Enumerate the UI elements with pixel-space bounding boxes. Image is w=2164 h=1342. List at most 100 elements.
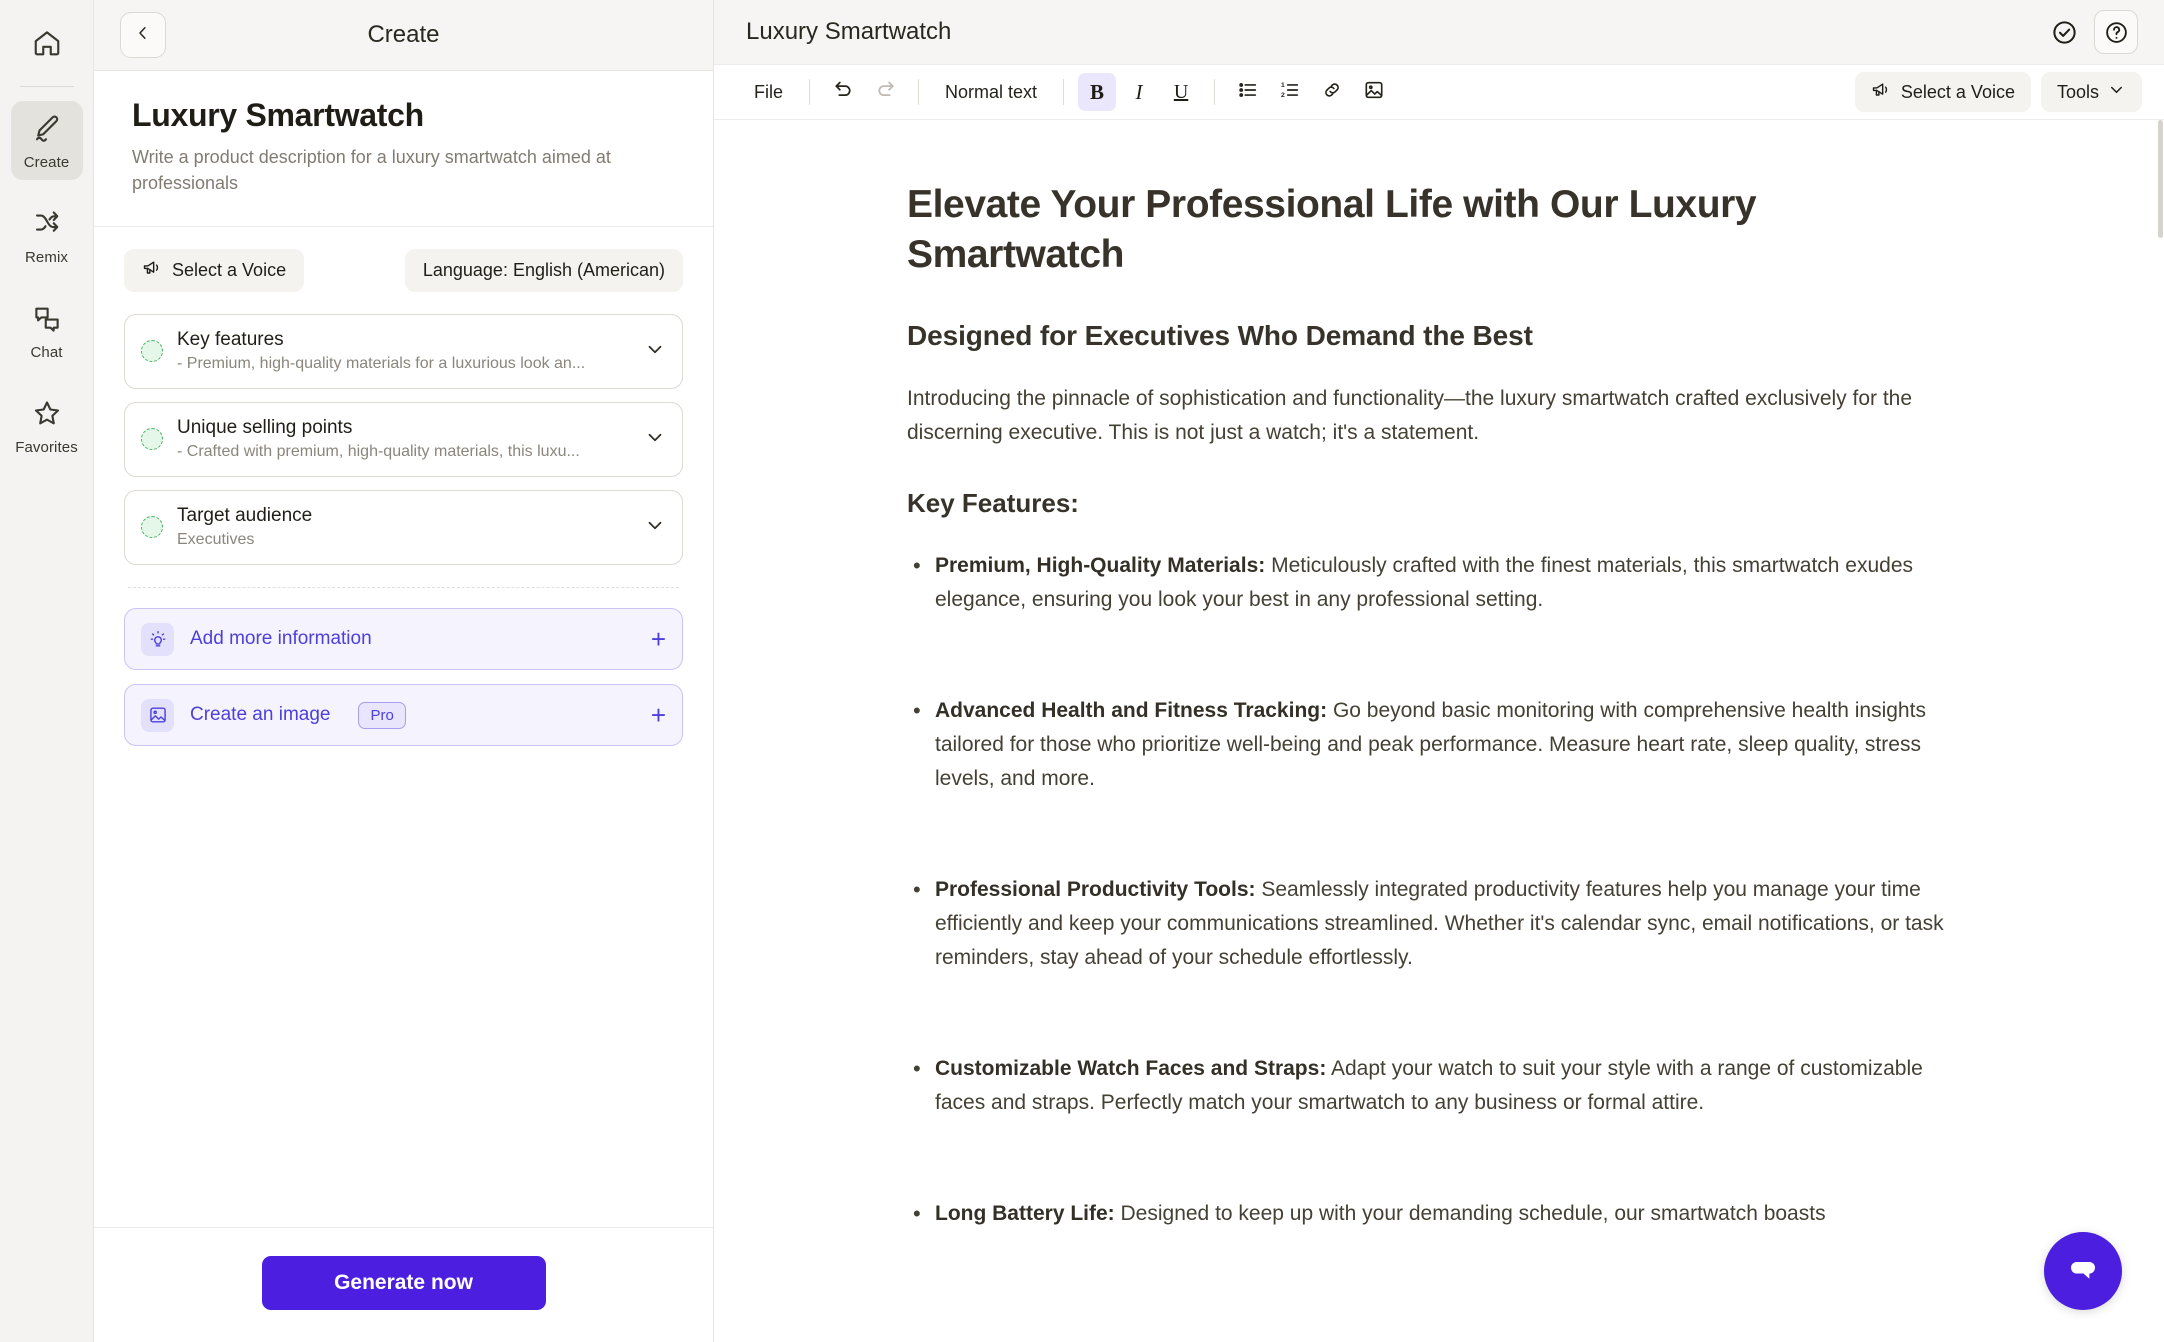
italic-button[interactable]: I — [1120, 73, 1158, 111]
select-voice-label: Select a Voice — [172, 260, 287, 281]
underline-button[interactable]: U — [1162, 73, 1200, 111]
sidebar-item-label: Favorites — [15, 439, 78, 456]
plus-icon[interactable]: + — [651, 702, 666, 728]
document-title: Luxury Smartwatch — [746, 18, 952, 45]
document-scroll-area[interactable]: Elevate Your Professional Life with Our … — [714, 120, 2164, 1342]
toolbar-separator — [1214, 79, 1216, 105]
document-heading-1: Elevate Your Professional Life with Our … — [907, 183, 1757, 276]
bullet-list-button[interactable] — [1229, 73, 1267, 111]
list-item-lead: Advanced Health and Fitness Tracking: — [935, 698, 1328, 722]
chip-row: Select a Voice Language: English (Americ… — [124, 249, 683, 293]
add-more-information-label: Add more information — [190, 628, 372, 650]
document-intro-paragraph: Introducing the pinnacle of sophisticati… — [907, 386, 1913, 444]
list-item: Premium, High-Quality Materials: Meticul… — [907, 548, 1971, 617]
sidebar-item-create[interactable]: Create — [10, 101, 83, 180]
svg-text:2: 2 — [1281, 91, 1285, 98]
sidebar-item-chat[interactable]: Chat — [11, 291, 83, 370]
underline-icon: U — [1173, 80, 1189, 103]
list-item-lead: Customizable Watch Faces and Straps: — [935, 1056, 1327, 1080]
chevron-left-icon — [134, 24, 152, 47]
toolbar-separator — [918, 79, 920, 105]
home-button[interactable] — [16, 14, 78, 76]
italic-icon: I — [1135, 79, 1143, 104]
accordion-target-audience[interactable]: Target audience Executives — [124, 490, 683, 566]
svg-text:1: 1 — [1281, 81, 1285, 88]
language-label: Language: English (American) — [422, 260, 665, 281]
sidebar-item-label: Remix — [24, 249, 68, 266]
undo-button[interactable] — [824, 73, 862, 111]
list-item: Customizable Watch Faces and Straps: Ada… — [907, 1051, 1971, 1120]
insert-link-button[interactable] — [1313, 73, 1351, 111]
toolbar-separator — [1063, 79, 1065, 105]
chevron-down-icon[interactable] — [636, 338, 666, 365]
redo-icon — [874, 78, 897, 106]
list-item-lead: Professional Productivity Tools: — [935, 877, 1256, 901]
sidebar-item-label: Chat — [30, 344, 63, 361]
accordion-title: Key features — [177, 329, 284, 351]
toolbar-right-group: Select a Voice Tools — [1854, 72, 2142, 112]
status-dot-icon — [141, 340, 163, 363]
tools-label: Tools — [2056, 81, 2099, 102]
undo-icon — [832, 78, 855, 106]
document-scrollbar[interactable] — [2157, 120, 2164, 1342]
toolbar-select-voice-button[interactable]: Select a Voice — [1854, 72, 2031, 112]
editor-pane: Luxury Smartwatch File Normal text B I U… — [714, 0, 2164, 1342]
chat-bubbles-icon — [32, 303, 62, 338]
left-nav-rail: Create Remix Chat Favorites — [0, 0, 94, 1342]
sidebar-item-remix[interactable]: Remix — [11, 196, 83, 275]
document-heading-3: Key Features: — [907, 487, 1079, 518]
accordion-key-features[interactable]: Key features - Premium, high-quality mat… — [124, 314, 683, 390]
accordion-desc: Executives — [177, 531, 255, 549]
bold-button[interactable]: B — [1078, 73, 1117, 111]
panel-body: Select a Voice Language: English (Americ… — [94, 227, 713, 1227]
accordion-desc: - Crafted with premium, high-quality mat… — [177, 443, 580, 461]
accordion-unique-selling-points[interactable]: Unique selling points - Crafted with pre… — [124, 402, 683, 478]
megaphone-icon — [142, 258, 162, 283]
select-voice-button[interactable]: Select a Voice — [124, 249, 305, 293]
chevron-down-icon[interactable] — [636, 426, 666, 453]
file-menu-button[interactable]: File — [742, 75, 795, 110]
bold-icon: B — [1090, 79, 1105, 104]
sidebar-item-label: Create — [23, 154, 70, 171]
toolbar-separator — [809, 79, 811, 105]
create-an-image-button[interactable]: Create an image Pro + — [124, 684, 683, 747]
accordion-text: Key features - Premium, high-quality mat… — [177, 329, 622, 373]
plus-icon[interactable]: + — [651, 626, 666, 652]
numbered-list-button[interactable]: 1 2 — [1271, 73, 1309, 111]
redo-button[interactable] — [866, 73, 904, 111]
editor-header: Luxury Smartwatch — [714, 0, 2164, 64]
chat-bubble-icon — [2063, 1249, 2103, 1294]
pro-badge: Pro — [358, 701, 406, 729]
panel-header-title: Create — [367, 21, 440, 48]
chat-support-button[interactable] — [2044, 1232, 2122, 1310]
text-style-dropdown[interactable]: Normal text — [933, 75, 1049, 110]
tools-dropdown-button[interactable]: Tools — [2040, 72, 2142, 112]
chevron-down-icon[interactable] — [636, 514, 666, 541]
section-divider — [128, 587, 679, 589]
insert-image-button[interactable] — [1355, 73, 1393, 111]
app-root: Create Remix Chat Favorites Create Luxur… — [0, 0, 2164, 1342]
megaphone-icon — [1871, 80, 1891, 105]
generate-now-button[interactable]: Generate now — [261, 1256, 546, 1310]
status-dot-icon — [141, 516, 163, 539]
star-icon — [32, 398, 62, 433]
add-more-information-button[interactable]: Add more information + — [124, 608, 683, 671]
check-circle-icon[interactable] — [2051, 19, 2078, 46]
list-item-lead: Long Battery Life: — [935, 1202, 1115, 1225]
image-icon — [141, 698, 174, 732]
panel-footer: Generate now — [94, 1227, 713, 1342]
scrollbar-thumb[interactable] — [2158, 120, 2163, 238]
accordion-title: Target audience — [177, 505, 313, 527]
language-button[interactable]: Language: English (American) — [404, 249, 683, 293]
accordion-title: Unique selling points — [177, 417, 353, 439]
back-button[interactable] — [120, 12, 166, 58]
bullet-list-icon — [1237, 79, 1259, 106]
sidebar-item-favorites[interactable]: Favorites — [11, 386, 83, 465]
toolbar-select-voice-label: Select a Voice — [1900, 81, 2015, 102]
help-circle-icon[interactable] — [2094, 10, 2138, 54]
accordion-desc: - Premium, high-quality materials for a … — [177, 355, 586, 373]
create-panel-header: Create — [94, 0, 713, 71]
document-content[interactable]: Elevate Your Professional Life with Our … — [887, 120, 1991, 1342]
home-icon — [32, 28, 62, 63]
document-bullet-list: Premium, High-Quality Materials: Meticul… — [907, 548, 1971, 1232]
